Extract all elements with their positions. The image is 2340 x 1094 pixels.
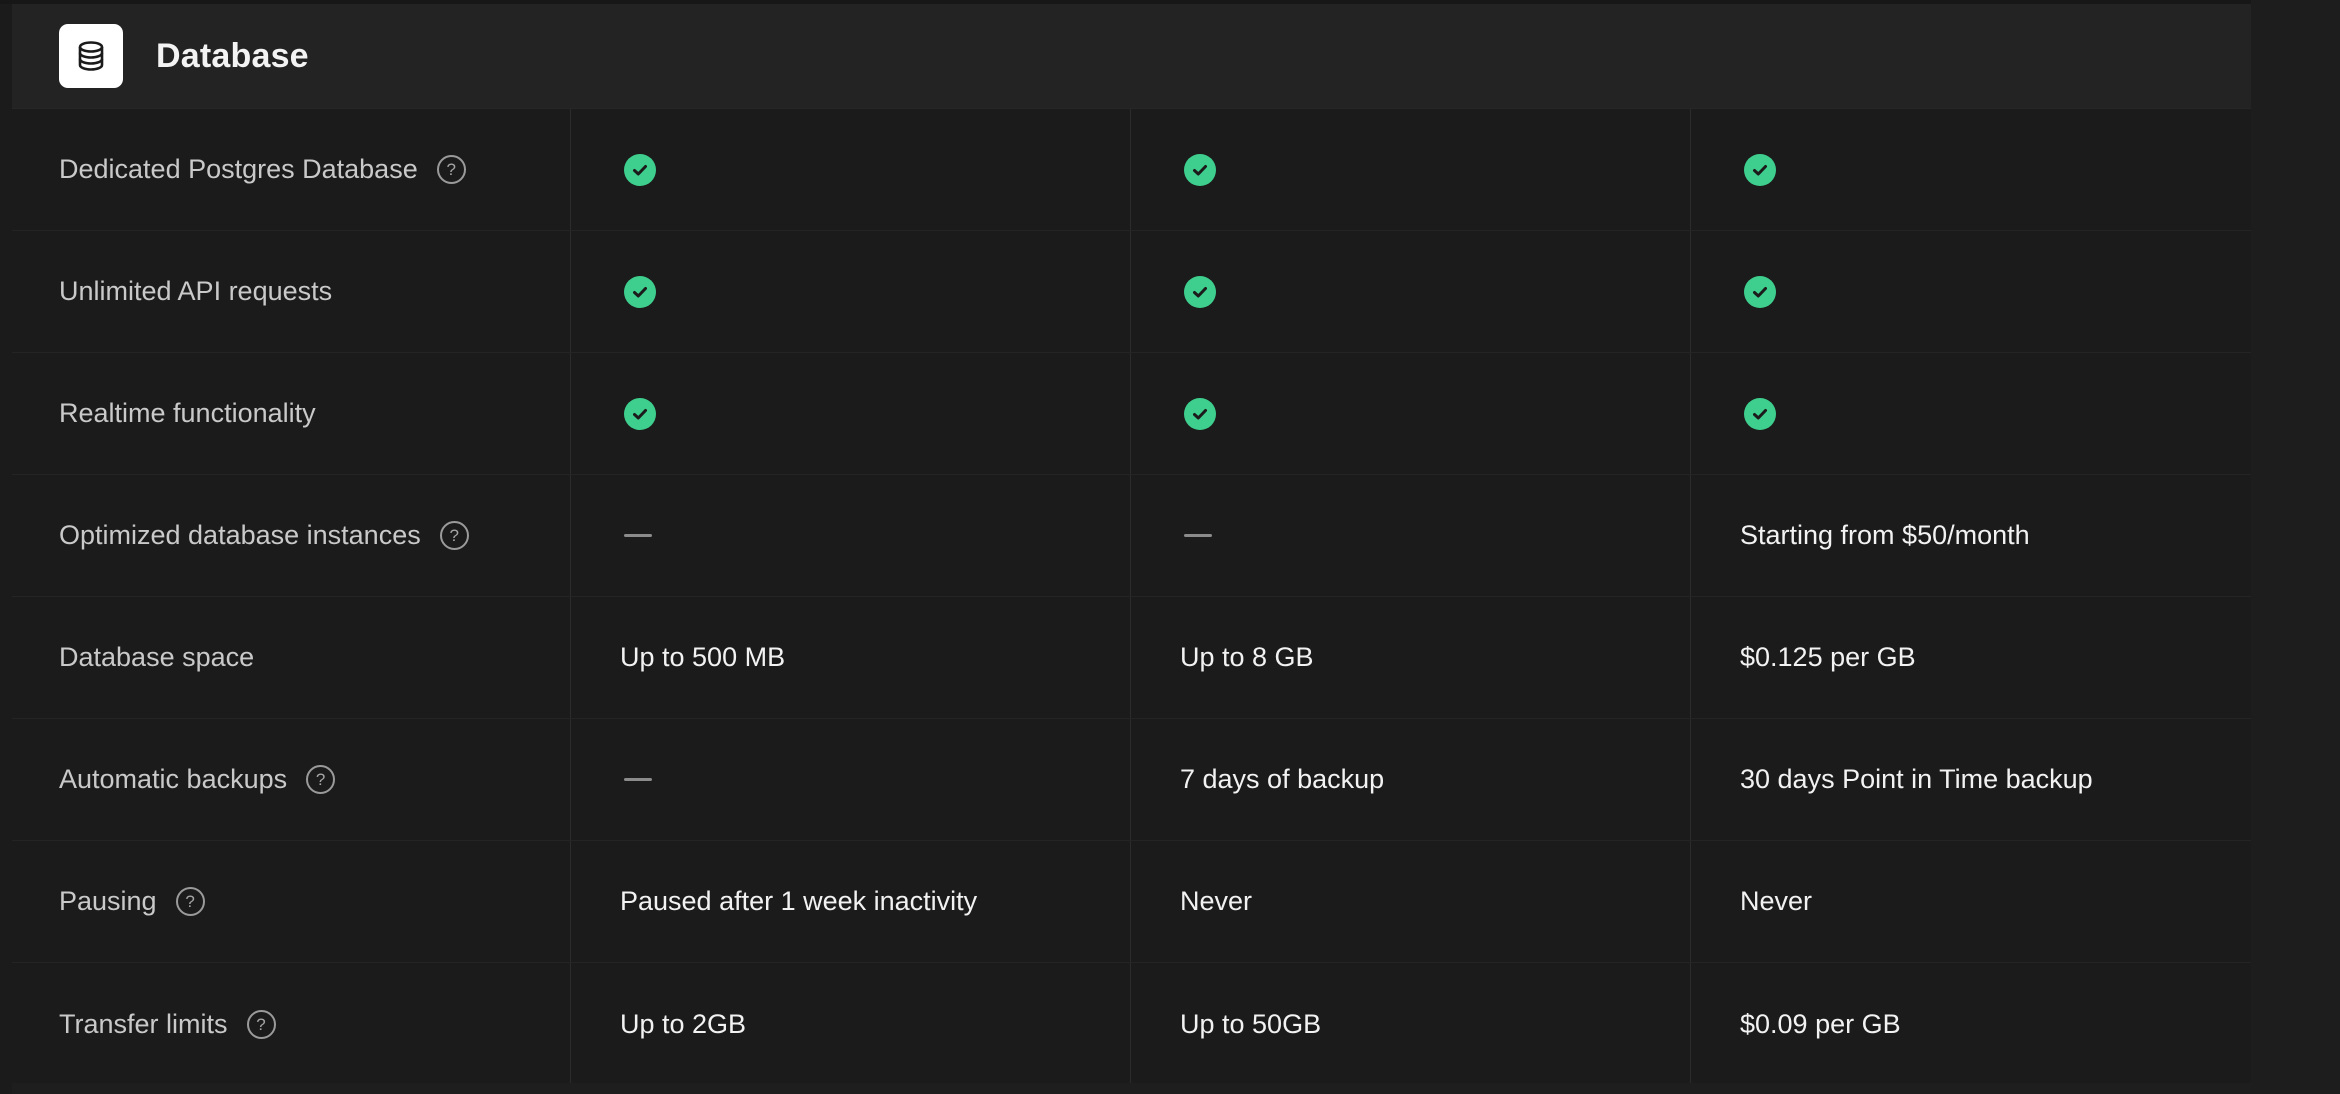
section-header: Database: [12, 4, 2251, 109]
plan-value-cell: [1131, 231, 1691, 352]
table-row: Dedicated Postgres Database?: [12, 109, 2251, 231]
feature-label: Unlimited API requests: [59, 276, 333, 306]
plan-value-cell: [1131, 353, 1691, 474]
feature-label: Realtime functionality: [59, 398, 316, 428]
table-row: Pausing? Paused after 1 week inactivity Ne…: [12, 841, 2251, 963]
plan-value-cell: Never: [1131, 841, 1691, 962]
plan-value-cell: [1691, 231, 2251, 352]
help-icon[interactable]: ?: [439, 521, 469, 550]
feature-label-cell: Pausing?: [12, 841, 571, 962]
feature-label: Optimized database instances: [59, 520, 421, 550]
table-row: Automatic backups? 7 days of backup 30 day…: [12, 719, 2251, 841]
check-circle-icon: [1184, 275, 1216, 308]
feature-label: Transfer limits: [59, 1008, 228, 1039]
plan-value-cell: Up to 8 GB: [1131, 597, 1691, 718]
feature-label-cell: Optimized database instances?: [12, 475, 571, 596]
help-icon[interactable]: ?: [175, 887, 205, 916]
help-icon[interactable]: ?: [246, 1009, 276, 1039]
table-row: Database space Up to 500 MB Up to 8 GB $0.1…: [12, 597, 2251, 719]
plan-value: $0.09 per GB: [1740, 1008, 1901, 1039]
plan-value-cell: [1131, 475, 1691, 596]
plan-value-cell: [1691, 353, 2251, 474]
plan-value: Never: [1740, 886, 1813, 916]
feature-label-cell: Transfer limits?: [12, 963, 571, 1085]
check-circle-icon: [1744, 275, 1776, 308]
feature-label: Database space: [59, 642, 255, 672]
database-icon: [59, 24, 123, 88]
plan-value: Starting from $50/month: [1740, 520, 2030, 550]
plan-value: 7 days of backup: [1180, 764, 1385, 794]
feature-label: Pausing: [59, 886, 157, 916]
table-row: Optimized database instances? Starting fr…: [12, 475, 2251, 597]
help-icon[interactable]: ?: [306, 765, 336, 794]
dash-icon: [624, 778, 652, 781]
plan-value-cell: Up to 50GB: [1131, 963, 1691, 1085]
plan-value-cell: Up to 2GB: [571, 963, 1131, 1085]
check-circle-icon: [624, 397, 656, 430]
bottom-divider: [12, 1083, 2251, 1094]
plan-value-cell: [571, 109, 1131, 230]
check-circle-icon: [624, 153, 656, 186]
feature-label: Dedicated Postgres Database: [59, 154, 418, 184]
plan-value-cell: Up to 500 MB: [571, 597, 1131, 718]
feature-label-cell: Automatic backups?: [12, 719, 571, 840]
table-row: Realtime functionality: [12, 353, 2251, 475]
plan-value-cell: 30 days Point in Time backup: [1691, 719, 2251, 840]
plan-value-cell: [571, 719, 1131, 840]
database-feature-table: Database Dedicated Postgres Database? Unl…: [12, 4, 2251, 1085]
plan-value-cell: [571, 353, 1131, 474]
feature-label-cell: Realtime functionality: [12, 353, 571, 474]
plan-value: 30 days Point in Time backup: [1740, 764, 2093, 794]
table-row: Unlimited API requests: [12, 231, 2251, 353]
plan-value: Up to 500 MB: [620, 642, 786, 672]
table-row: Transfer limits? Up to 2GB Up to 50GB $0.09…: [12, 963, 2251, 1085]
plan-value-cell: [571, 475, 1131, 596]
section-title: Database: [156, 36, 309, 75]
plan-value-cell: Paused after 1 week inactivity: [571, 841, 1131, 962]
feature-label-cell: Dedicated Postgres Database?: [12, 109, 571, 230]
plan-value: $0.125 per GB: [1740, 642, 1916, 672]
plan-value-cell: [1691, 109, 2251, 230]
plan-value-cell: Starting from $50/month: [1691, 475, 2251, 596]
right-gutter: [2251, 0, 2340, 1094]
dash-icon: [1184, 534, 1212, 537]
plan-value-cell: Never: [1691, 841, 2251, 962]
plan-value: Paused after 1 week inactivity: [620, 886, 978, 916]
plan-value: Up to 8 GB: [1180, 642, 1314, 672]
check-circle-icon: [1184, 153, 1216, 186]
plan-value-cell: [1131, 109, 1691, 230]
feature-label-cell: Unlimited API requests: [12, 231, 571, 352]
plan-value-cell: 7 days of backup: [1131, 719, 1691, 840]
plan-value-cell: [571, 231, 1131, 352]
check-circle-icon: [1744, 153, 1776, 186]
feature-label: Automatic backups: [59, 764, 288, 794]
feature-rows: Dedicated Postgres Database? Unlimited AP…: [12, 109, 2251, 1085]
plan-value-cell: $0.125 per GB: [1691, 597, 2251, 718]
plan-value: Up to 2GB: [620, 1008, 747, 1039]
dash-icon: [624, 534, 652, 537]
plan-value: Up to 50GB: [1180, 1008, 1322, 1039]
check-circle-icon: [1744, 397, 1776, 430]
plan-value: Never: [1180, 886, 1253, 916]
feature-label-cell: Database space: [12, 597, 571, 718]
check-circle-icon: [1184, 397, 1216, 430]
help-icon[interactable]: ?: [436, 155, 466, 184]
plan-value-cell: $0.09 per GB: [1691, 963, 2251, 1085]
check-circle-icon: [624, 275, 656, 308]
pricing-comparison-page: Database Dedicated Postgres Database? Unl…: [0, 0, 2340, 1094]
